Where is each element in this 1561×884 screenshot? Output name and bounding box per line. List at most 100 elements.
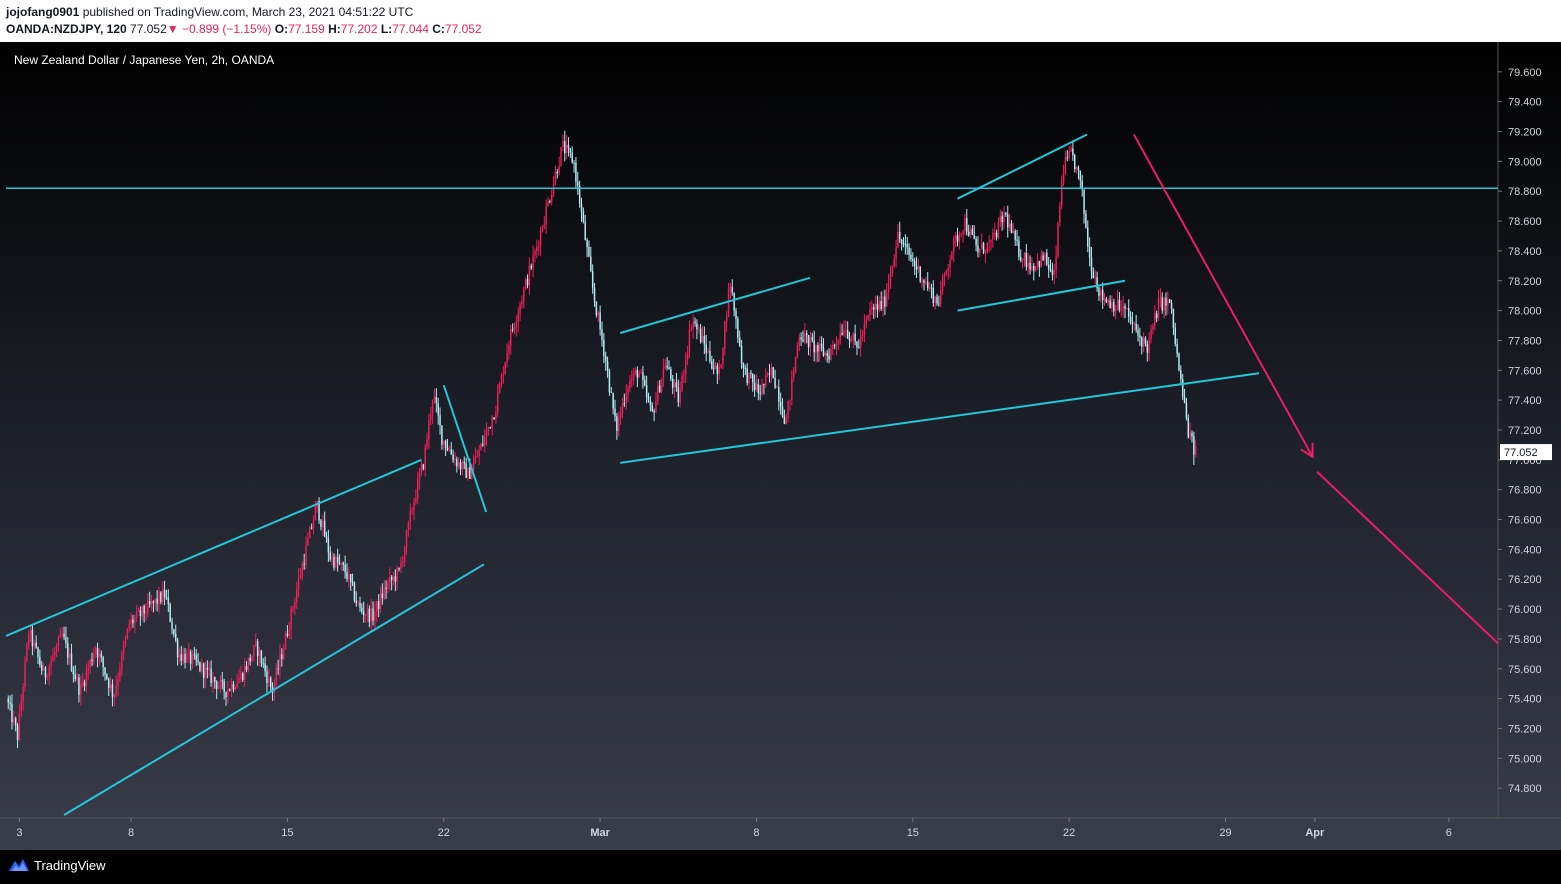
- candle-body: [573, 162, 575, 164]
- candle-body: [954, 235, 957, 239]
- candle-body: [1006, 214, 1009, 228]
- candle-body: [22, 686, 24, 702]
- candle-body: [919, 266, 922, 282]
- candle-body: [87, 667, 90, 671]
- candle-body: [616, 416, 618, 431]
- candle-body: [917, 266, 920, 270]
- candle-body: [631, 378, 633, 381]
- candle-body: [1057, 222, 1059, 256]
- candle-body: [967, 231, 970, 236]
- candle-body: [418, 473, 421, 480]
- candle-body: [256, 641, 259, 657]
- time-tick-label: 15: [281, 827, 293, 839]
- candle-body: [193, 654, 196, 656]
- candle-body: [1170, 302, 1173, 309]
- candle-body: [604, 355, 607, 362]
- candle-body: [1018, 240, 1020, 258]
- candle-body: [107, 678, 110, 688]
- candle-body: [1114, 308, 1117, 312]
- candle-body: [1023, 253, 1026, 260]
- price-tick-label: 75.400: [1508, 694, 1542, 706]
- candle-body: [915, 266, 918, 270]
- trendline: [442, 384, 488, 513]
- candle-body: [269, 677, 272, 688]
- candle-body: [459, 462, 462, 470]
- candle-body: [973, 234, 975, 239]
- candle-body: [677, 387, 680, 403]
- candle-body: [874, 303, 877, 310]
- candle-body: [314, 506, 317, 521]
- candle-body: [872, 307, 875, 310]
- price-tick-label: 76.200: [1508, 574, 1542, 586]
- candle-body: [402, 561, 404, 564]
- candle-body: [928, 287, 931, 289]
- candle-body: [964, 218, 966, 231]
- candle-body: [457, 462, 460, 467]
- candle-body: [943, 274, 946, 278]
- candle-body: [124, 638, 127, 647]
- candle-body: [303, 563, 305, 565]
- candle-body: [554, 171, 557, 184]
- candle-body: [61, 633, 63, 635]
- candle-body: [519, 304, 521, 314]
- candle-body: [837, 340, 840, 343]
- candle-body: [1053, 269, 1056, 275]
- candle-body: [1167, 299, 1169, 306]
- candle-body: [1070, 148, 1072, 152]
- candle-body: [398, 568, 400, 570]
- candle-body: [768, 373, 771, 375]
- candle-body: [993, 232, 996, 234]
- candle-body: [779, 401, 782, 407]
- candle-body: [312, 520, 315, 529]
- candle-body: [910, 254, 912, 260]
- open-value: 77.159: [288, 22, 325, 36]
- last-price: 77.052: [130, 22, 167, 36]
- candle-body: [480, 444, 482, 451]
- candle-body: [731, 287, 734, 293]
- candle-body: [778, 387, 780, 402]
- candle-body: [629, 380, 631, 389]
- price-chart[interactable]: 79.600 79.400 79.200 79.000 78.800 78.600 78.4…: [0, 42, 1561, 850]
- price-tick-label: 78.800: [1508, 186, 1542, 198]
- candle-body: [759, 392, 761, 394]
- candle-body: [1131, 321, 1134, 324]
- candle-body: [46, 676, 49, 678]
- candle-body: [212, 676, 214, 684]
- candle-body: [135, 611, 138, 618]
- author-name[interactable]: jojofang0901: [6, 5, 79, 19]
- candle-body: [809, 337, 812, 348]
- candle-body: [951, 251, 953, 260]
- candle-body: [117, 678, 119, 686]
- candle-body: [1163, 297, 1165, 311]
- candle-body: [443, 440, 445, 445]
- publish-header: jojofang0901 published on TradingView.co…: [0, 0, 1561, 42]
- candle-body: [1124, 306, 1126, 309]
- candle-body: [18, 712, 21, 740]
- candle-body: [1060, 182, 1063, 207]
- price-tick-label: 79.400: [1508, 97, 1542, 109]
- candle-body: [500, 374, 503, 385]
- candle-body: [1133, 323, 1136, 325]
- candle-body: [785, 417, 787, 424]
- candle-body: [456, 459, 458, 467]
- candle-body: [839, 332, 841, 341]
- candle-body: [597, 312, 600, 316]
- candle-body: [1139, 335, 1141, 338]
- candle-body: [290, 608, 292, 630]
- tradingview-brand[interactable]: TradingView: [34, 858, 106, 873]
- symbol-interval[interactable]: OANDA:NZDJPY, 120: [6, 22, 127, 36]
- candle-body: [387, 582, 389, 590]
- candle-body: [832, 344, 834, 350]
- candle-body: [662, 368, 665, 380]
- candle-body: [40, 664, 43, 671]
- candle-body: [221, 680, 224, 682]
- chart-pane[interactable]: 79.600 79.400 79.200 79.000 78.800 78.600 78.4…: [0, 42, 1561, 850]
- candle-body: [268, 677, 270, 684]
- candle-body: [485, 430, 488, 437]
- time-tick-label: 22: [438, 827, 450, 839]
- candle-body: [57, 637, 60, 647]
- candle-body: [822, 347, 825, 356]
- candle-body: [465, 463, 467, 478]
- tradingview-logo-icon[interactable]: [8, 857, 30, 873]
- candle-body: [189, 651, 192, 664]
